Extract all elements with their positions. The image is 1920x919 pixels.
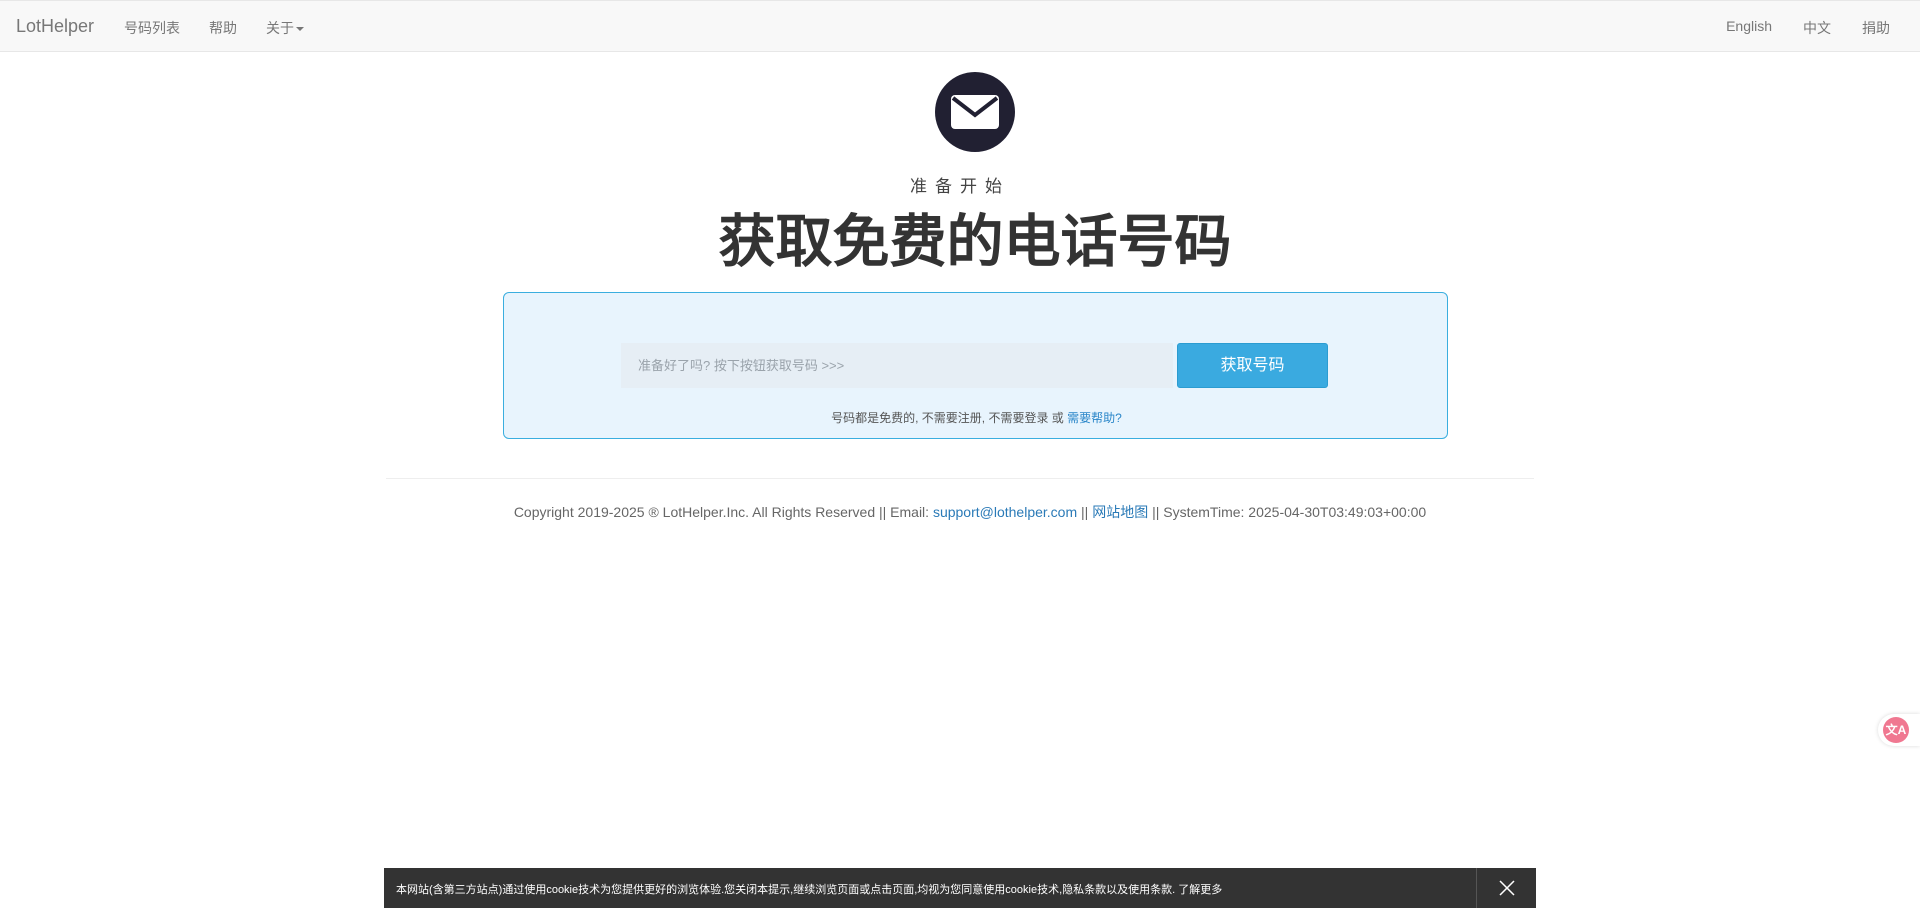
envelope-icon (935, 72, 1015, 152)
sitemap-link[interactable]: 网站地图 (1092, 504, 1148, 520)
nav-item-donate[interactable]: 捐助 (1862, 18, 1890, 38)
support-email-link[interactable]: support@lothelper.com (933, 504, 1077, 520)
page-title: 获取免费的电话号码 (718, 210, 1232, 274)
system-time-text: || SystemTime: 2025-04-30T03:49:03+00:00 (1148, 504, 1427, 520)
nav-item-chinese[interactable]: 中文 (1803, 18, 1831, 38)
translate-widget[interactable]: 文A (1878, 714, 1920, 746)
cookie-notice-text: 本网站(含第三方站点)通过使用cookie技术为您提供更好的浏览体验.您关闭本提… (396, 884, 1223, 896)
get-number-panel: 获取号码 号码都是免费的, 不需要注册, 不需要登录 或 需要帮助? (503, 292, 1448, 439)
nav-item-about-label: 关于 (266, 20, 294, 36)
nav-right-menu: English 中文 捐助 (1695, 18, 1890, 38)
get-number-button[interactable]: 获取号码 (1177, 343, 1328, 388)
panel-note-text: 号码都是免费的, 不需要注册, 不需要登录 或 (831, 411, 1068, 425)
cookie-consent-bar: 本网站(含第三方站点)通过使用cookie技术为您提供更好的浏览体验.您关闭本提… (384, 868, 1536, 908)
hero-subtitle: 准备开始 (910, 177, 1010, 196)
copyright-text: Copyright 2019-2025 ® LotHelper.Inc. All… (513, 504, 933, 520)
top-navbar: LotHelper 号码列表 帮助 关于 English 中文 捐助 (0, 0, 1920, 52)
footer-divider (386, 478, 1534, 479)
number-input[interactable] (621, 343, 1173, 388)
translate-icon[interactable]: 文A (1883, 717, 1909, 743)
need-help-link[interactable]: 需要帮助? (1067, 411, 1122, 425)
nav-item-about-dropdown[interactable]: 关于 (266, 18, 304, 38)
brand-logo-link[interactable]: LotHelper (16, 16, 94, 37)
caret-down-icon (296, 27, 304, 32)
nav-left-menu: 号码列表 帮助 关于 (124, 18, 333, 38)
panel-note: 号码都是免费的, 不需要注册, 不需要登录 或 需要帮助? (504, 409, 1449, 426)
close-icon[interactable] (1477, 868, 1536, 908)
footer-separator: || (1077, 504, 1093, 520)
nav-item-english[interactable]: English (1726, 18, 1772, 38)
footer: Copyright 2019-2025 ® LotHelper.Inc. All… (0, 502, 1920, 522)
nav-item-help[interactable]: 帮助 (209, 18, 237, 38)
nav-item-number-list[interactable]: 号码列表 (124, 18, 180, 38)
